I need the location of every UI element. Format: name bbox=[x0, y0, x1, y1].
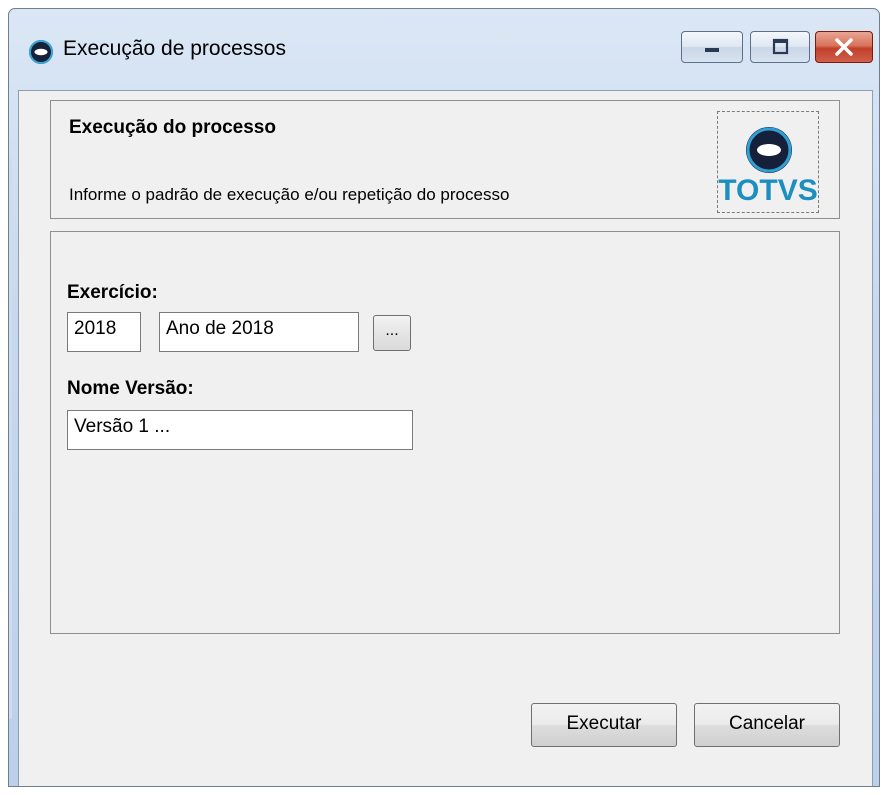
window-title: Execução de processos bbox=[63, 37, 286, 60]
minimize-icon bbox=[705, 48, 719, 52]
maximize-icon bbox=[772, 38, 789, 55]
header-title: Execução do processo bbox=[69, 117, 276, 138]
totvs-logo-icon bbox=[29, 40, 53, 64]
dialog-window: Execução de processos Execução do proces… bbox=[8, 8, 880, 787]
browse-exercicio-button[interactable]: ... bbox=[373, 315, 411, 351]
nome-versao-label: Nome Versão: bbox=[67, 378, 194, 399]
dialog-client-area: Execução do processo Informe o padrão de… bbox=[18, 90, 873, 786]
exercicio-label: Exercício: bbox=[67, 282, 158, 303]
exercicio-description-field[interactable]: Ano de 2018 bbox=[159, 312, 359, 352]
totvs-logo: TOTVS bbox=[717, 111, 819, 213]
close-icon bbox=[835, 38, 853, 56]
totvs-logo-mark-icon bbox=[746, 127, 792, 173]
window-frame-edge bbox=[9, 159, 12, 719]
header-panel: Execução do processo Informe o padrão de… bbox=[50, 100, 840, 219]
cancel-button[interactable]: Cancelar bbox=[694, 703, 840, 747]
exercicio-year-field[interactable]: 2018 bbox=[67, 312, 141, 352]
minimize-button[interactable] bbox=[681, 31, 743, 63]
logo-text: TOTVS bbox=[718, 174, 818, 207]
execute-button[interactable]: Executar bbox=[531, 703, 677, 747]
close-button[interactable] bbox=[815, 31, 873, 63]
maximize-button[interactable] bbox=[750, 31, 810, 63]
header-subtitle: Informe o padrão de execução e/ou repeti… bbox=[69, 185, 510, 204]
nome-versao-field[interactable]: Versão 1 ... bbox=[67, 410, 413, 450]
title-bar[interactable]: Execução de processos bbox=[9, 9, 879, 89]
form-panel: Exercício: 2018 Ano de 2018 ... Nome Ver… bbox=[50, 231, 840, 634]
